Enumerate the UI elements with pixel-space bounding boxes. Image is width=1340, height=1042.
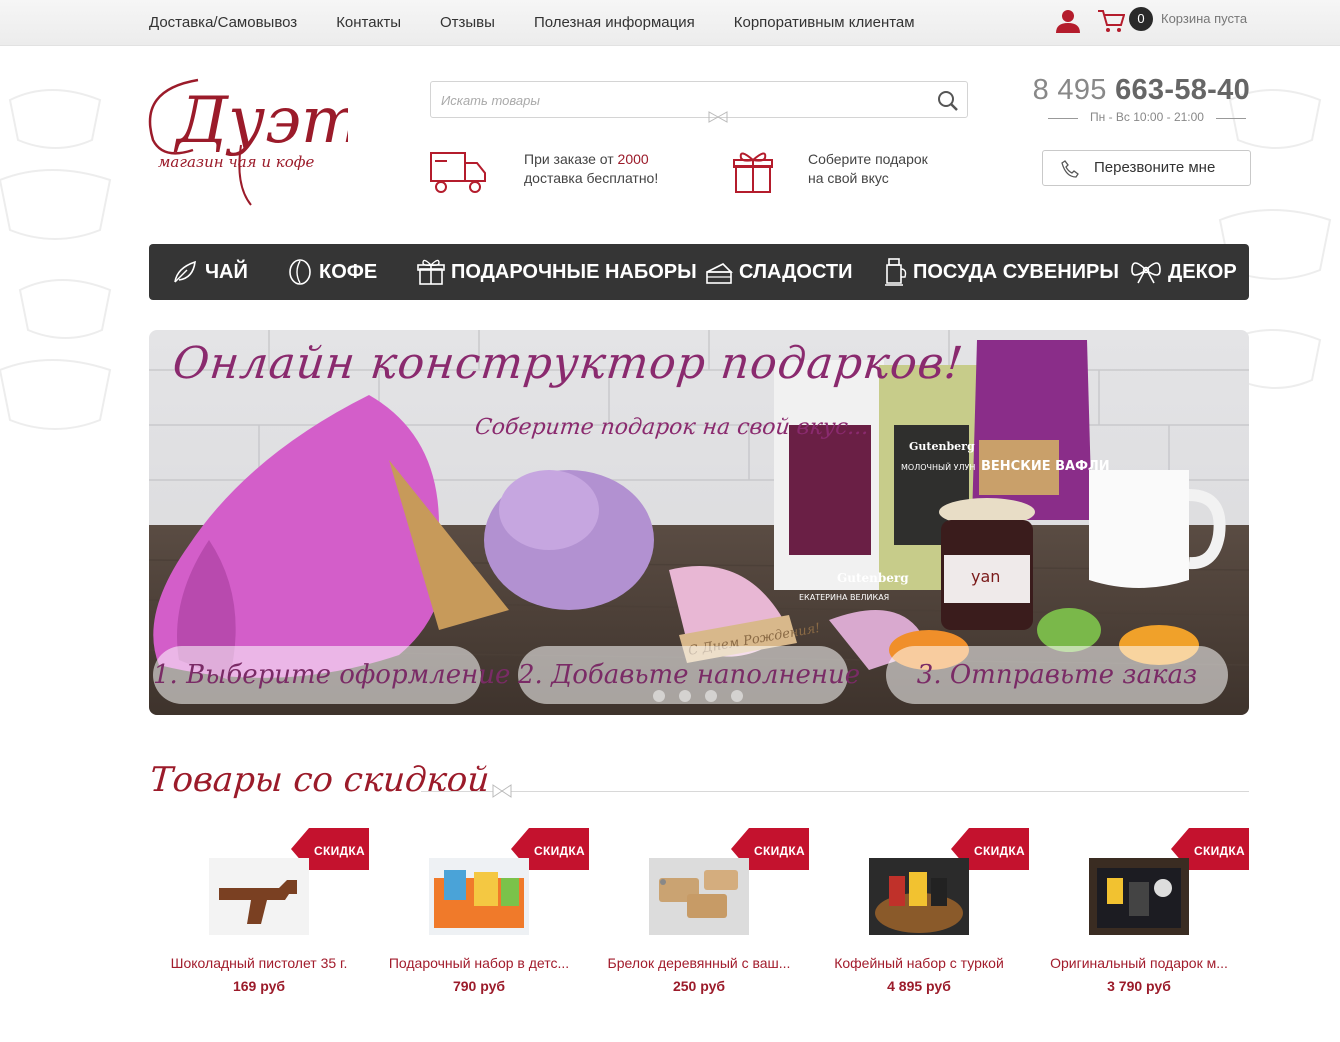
product-image[interactable] bbox=[209, 858, 309, 935]
gift-box-icon bbox=[417, 259, 445, 285]
promo-gift-text1: Соберите подарок bbox=[808, 151, 928, 167]
product-name[interactable]: Брелок деревянный с ваш... bbox=[589, 955, 809, 971]
logo-tagline: магазин чая и кофе bbox=[158, 153, 315, 171]
site-logo[interactable]: Дуэт магазин чая и кофе bbox=[148, 70, 348, 210]
nav-item-decor[interactable]: ДЕКОР bbox=[1130, 244, 1237, 300]
banner-subtitle: Соберите подарок на свой вкус... bbox=[473, 415, 871, 440]
callback-button[interactable]: Перезвоните мне bbox=[1042, 150, 1251, 186]
nav-item-sweets[interactable]: СЛАДОСТИ bbox=[705, 244, 853, 300]
nav-item-coffee-label: КОФЕ bbox=[319, 260, 378, 283]
promo-delivery-text2: доставка бесплатно! bbox=[524, 170, 659, 186]
discount-badge-label: СКИДКА bbox=[314, 844, 365, 858]
wafers-label: ВЕНСКИЕ ВАФЛИ bbox=[981, 459, 1110, 474]
user-account-icon[interactable] bbox=[1055, 9, 1081, 33]
hero-banner[interactable]: Gutenberg ЕКАТЕРИНА ВЕЛИКАЯ Gutenberg МО… bbox=[149, 330, 1249, 715]
discount-badge-label: СКИДКА bbox=[534, 844, 585, 858]
topnav-link-delivery[interactable]: Доставка/Самовывоз bbox=[149, 14, 297, 31]
section-divider bbox=[421, 791, 1249, 792]
top-navigation: Доставка/Самовывоз Контакты Отзывы Полез… bbox=[149, 14, 954, 31]
discount-badge-label: СКИДКА bbox=[754, 844, 805, 858]
product-name[interactable]: Шоколадный пистолет 35 г. bbox=[149, 955, 369, 971]
nav-item-gift-sets-label: ПОДАРОЧНЫЕ НАБОРЫ bbox=[451, 260, 697, 283]
product-card[interactable]: СКИДКА Брелок деревянный с ваш... 250 ру… bbox=[589, 828, 809, 998]
banner-step-1[interactable]: 1. Выберите оформление bbox=[153, 646, 510, 704]
bow-divider-icon bbox=[708, 111, 728, 123]
product-name[interactable]: Кофейный набор с туркой bbox=[809, 955, 1029, 971]
product-name[interactable]: Оригинальный подарок м... bbox=[1029, 955, 1249, 971]
top-bar: Доставка/Самовывоз Контакты Отзывы Полез… bbox=[0, 0, 1340, 46]
nav-item-tea-label: ЧАЙ bbox=[205, 260, 248, 283]
product-image[interactable] bbox=[1089, 858, 1189, 935]
bow-divider-icon bbox=[492, 784, 512, 798]
topnav-link-useful-info[interactable]: Полезная информация bbox=[534, 14, 695, 31]
nav-item-tableware-label: ПОСУДА СУВЕНИРЫ bbox=[913, 260, 1119, 283]
cart-count-badge[interactable]: 0 bbox=[1129, 7, 1153, 31]
product-image[interactable] bbox=[649, 858, 749, 935]
carousel-dot[interactable] bbox=[705, 690, 717, 702]
search-box bbox=[430, 81, 968, 118]
product-name[interactable]: Подарочный набор в детс... bbox=[369, 955, 589, 971]
phone-main: 663-58-40 bbox=[1115, 74, 1250, 106]
carousel-dots bbox=[653, 690, 743, 702]
nav-item-coffee[interactable]: КОФЕ bbox=[287, 244, 377, 300]
product-price: 4 895 руб bbox=[887, 978, 951, 994]
promo-delivery-amount: 2000 bbox=[617, 151, 649, 167]
carousel-dot[interactable] bbox=[731, 690, 743, 702]
nav-item-decor-label: ДЕКОР bbox=[1168, 260, 1237, 283]
nav-item-tea[interactable]: ЧАЙ bbox=[171, 244, 248, 300]
product-price: 169 руб bbox=[232, 978, 286, 994]
nav-item-gift-sets[interactable]: ПОДАРОЧНЫЕ НАБОРЫ bbox=[417, 244, 697, 300]
teapot-icon bbox=[885, 258, 907, 286]
tea1-name: ЕКАТЕРИНА ВЕЛИКАЯ bbox=[799, 593, 889, 602]
coffee-bean-icon bbox=[289, 259, 311, 285]
nav-item-tableware[interactable]: ПОСУДА СУВЕНИРЫ bbox=[881, 244, 1119, 300]
callback-label: Перезвоните мне bbox=[1094, 159, 1216, 176]
topnav-link-reviews[interactable]: Отзывы bbox=[440, 14, 495, 31]
phone-handset-icon bbox=[1061, 160, 1079, 178]
product-image[interactable] bbox=[869, 858, 969, 935]
working-hours: Пн - Вс 10:00 - 21:00 bbox=[1044, 110, 1250, 126]
product-card[interactable]: СКИДКА Оригинальный подарок м... 3 790 р… bbox=[1029, 828, 1249, 998]
tea2-brand: Gutenberg bbox=[909, 440, 975, 453]
carousel-dot[interactable] bbox=[653, 690, 665, 702]
gift-box-icon bbox=[733, 152, 773, 193]
product-card[interactable]: СКИДКА Подарочный набор в детс... 790 ру… bbox=[369, 828, 589, 998]
cake-icon bbox=[706, 263, 733, 284]
carousel-dot[interactable] bbox=[679, 690, 691, 702]
main-category-nav: ЧАЙ КОФЕ ПОДАРОЧНЫЕ НАБОРЫ СЛАДОСТИ ПОСУ… bbox=[149, 244, 1249, 300]
product-card[interactable]: СКИДКА Шоколадный пистолет 35 г. 169 руб bbox=[149, 828, 369, 998]
promo-delivery-text1: При заказе от bbox=[524, 151, 614, 167]
jar-brand: yan bbox=[971, 567, 1000, 586]
shopping-cart-icon[interactable] bbox=[1097, 8, 1125, 34]
promo-free-delivery: При заказе от 2000 доставка бесплатно! bbox=[524, 150, 658, 188]
discount-badge-label: СКИДКА bbox=[974, 844, 1025, 858]
promo-build-gift: Соберите подарок на свой вкус bbox=[808, 150, 928, 188]
banner-step-3[interactable]: 3. Отправьте заказ bbox=[886, 646, 1228, 704]
product-price: 3 790 руб bbox=[1107, 978, 1171, 994]
bow-icon bbox=[1131, 262, 1161, 284]
topnav-link-contacts[interactable]: Контакты bbox=[336, 14, 401, 31]
product-price: 250 руб bbox=[672, 978, 726, 994]
phone-number[interactable]: 8 495 663-58-40 bbox=[1000, 74, 1250, 107]
cart-status-label[interactable]: Корзина пуста bbox=[1161, 11, 1247, 26]
search-input[interactable] bbox=[441, 90, 921, 110]
tea1-brand: Gutenberg bbox=[837, 571, 909, 585]
banner-title: Онлайн конструктор подарков! bbox=[170, 338, 966, 389]
nav-item-sweets-label: СЛАДОСТИ bbox=[739, 260, 853, 283]
tea-leaf-icon bbox=[174, 260, 196, 283]
product-price: 790 руб bbox=[452, 978, 506, 994]
promo-gift-text2: на свой вкус bbox=[808, 170, 889, 186]
product-image[interactable] bbox=[429, 858, 529, 935]
background-cups-decoration bbox=[0, 89, 112, 430]
logo-name: Дуэт bbox=[173, 84, 348, 158]
topnav-link-corporate[interactable]: Корпоративным клиентам bbox=[734, 14, 915, 31]
product-card[interactable]: СКИДКА Кофейный набор с туркой 4 895 руб bbox=[809, 828, 1029, 998]
discount-badge-label: СКИДКА bbox=[1194, 844, 1245, 858]
search-icon[interactable] bbox=[937, 90, 959, 112]
delivery-truck-icon bbox=[430, 152, 486, 193]
tea2-name: МОЛОЧНЫЙ УЛУН bbox=[901, 461, 975, 472]
section-title-discounts: Товары со скидкой bbox=[148, 760, 491, 800]
phone-prefix: 8 495 bbox=[1032, 74, 1107, 106]
